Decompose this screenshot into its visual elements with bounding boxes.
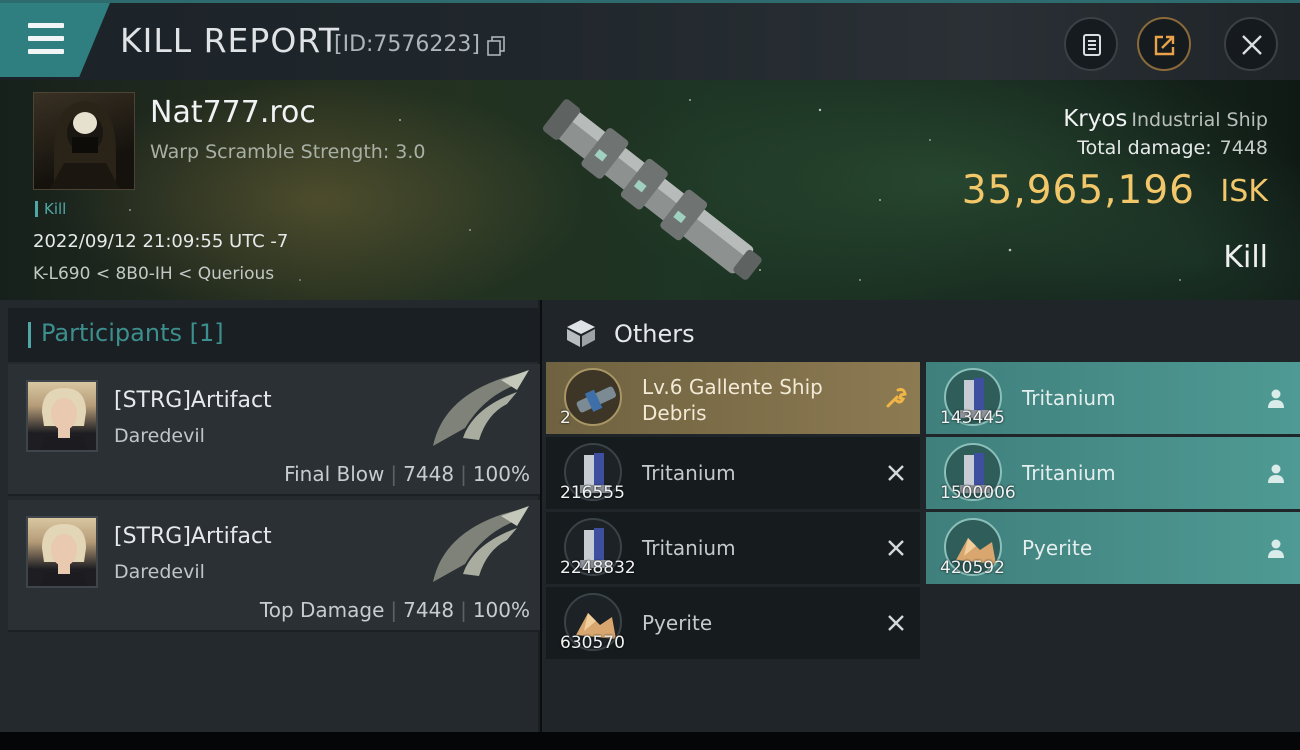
participant-role: Final Blow (284, 462, 385, 486)
participant-damage: 7448 (403, 598, 455, 622)
clipboard-button[interactable] (1064, 17, 1118, 71)
share-button[interactable] (1137, 17, 1191, 71)
item-quantity: 2248832 (560, 558, 636, 578)
participant-avatar[interactable] (26, 380, 98, 452)
participant-percent: 100% (472, 598, 530, 622)
participant-ship-image (433, 506, 529, 582)
participant-row[interactable]: [STRG]Artifact Daredevil Top Damage | 7448… (8, 500, 540, 632)
page-title: KILL REPORT (120, 21, 340, 60)
item-name: Tritanium (1022, 461, 1116, 485)
item-name: Pyerite (642, 611, 713, 635)
header-bar: KILL REPORT [ID:7576223] (0, 0, 1300, 80)
victim-ship-image (542, 99, 762, 280)
close-icon[interactable] (884, 611, 908, 635)
warp-scramble-strength: Warp Scramble Strength: 3.0 (150, 141, 426, 163)
total-damage-value: 7448 (1219, 137, 1268, 159)
kill-tag: Kill (35, 201, 66, 217)
clipboard-icon (1083, 34, 1101, 56)
item-row[interactable]: 2248832 Tritanium (546, 512, 920, 584)
copy-icon[interactable] (487, 36, 505, 56)
participants-title: Participants [1] (41, 319, 224, 347)
item-quantity: 143445 (940, 408, 1005, 428)
kill-datetime: 2022/09/12 21:09:55 UTC -7 (33, 231, 289, 252)
kill-location[interactable]: K-L690 < 8B0-IH < Querious (33, 264, 274, 284)
others-panel: Others 2 Lv.6 Gallente Ship Debris 21655… (542, 300, 1300, 732)
item-row[interactable]: 2 Lv.6 Gallente Ship Debris (546, 362, 920, 434)
participant-percent: 100% (472, 462, 530, 486)
item-row[interactable]: 630570 Pyerite (546, 587, 920, 659)
participant-avatar[interactable] (26, 516, 98, 588)
ship-info: Kryos Industrial Ship (1063, 106, 1268, 132)
participants-panel: Participants [1] [STRG]Artifact Daredevi… (0, 300, 540, 732)
item-name: Tritanium (642, 536, 736, 560)
report-id: [ID:7576223] (334, 32, 480, 57)
item-name: Lv.6 Gallente Ship Debris (642, 375, 823, 425)
share-icon (1154, 35, 1175, 56)
participants-header: Participants [1] (8, 308, 540, 362)
close-button[interactable] (1224, 17, 1278, 71)
participant-damage: 7448 (403, 462, 455, 486)
participant-name[interactable]: [STRG]Artifact (114, 524, 272, 549)
wrench-icon[interactable] (884, 386, 908, 410)
close-icon[interactable] (884, 461, 908, 485)
item-name: Tritanium (1022, 386, 1116, 410)
item-name: Pyerite (1022, 536, 1093, 560)
close-icon[interactable] (884, 536, 908, 560)
cargo-box-icon (567, 320, 595, 347)
person-icon[interactable] (1264, 536, 1288, 560)
isk-unit: ISK (1220, 174, 1268, 209)
item-quantity: 1500006 (940, 483, 1016, 503)
debris-icon (564, 368, 622, 426)
close-icon (1242, 35, 1262, 55)
kill-result: Kill (1223, 240, 1268, 275)
ship-class: Industrial Ship (1131, 109, 1268, 131)
participant-name[interactable]: [STRG]Artifact (114, 388, 272, 413)
victim-name[interactable]: Nat777.roc (150, 95, 316, 130)
item-row[interactable]: 143445 Tritanium (926, 362, 1300, 434)
item-quantity: 2 (560, 408, 571, 428)
participant-ship: Daredevil (114, 425, 205, 447)
participant-stats: Final Blow | 7448 | 100% (284, 462, 530, 486)
item-row[interactable]: 1500006 Tritanium (926, 437, 1300, 509)
item-quantity: 216555 (560, 483, 625, 503)
item-row[interactable]: 420592 Pyerite (926, 512, 1300, 584)
bottom-strip (0, 732, 1300, 750)
isk-value: 35,965,196 (961, 168, 1195, 213)
participant-role: Top Damage (259, 598, 385, 622)
item-row[interactable]: 216555 Tritanium (546, 437, 920, 509)
participant-ship: Daredevil (114, 561, 205, 583)
item-name: Tritanium (642, 461, 736, 485)
item-quantity: 630570 (560, 633, 625, 653)
person-icon[interactable] (1264, 461, 1288, 485)
others-header: Others (542, 300, 1300, 362)
ship-name[interactable]: Kryos (1063, 106, 1127, 132)
menu-button[interactable] (0, 3, 110, 77)
total-damage-label: Total damage: (1077, 137, 1212, 159)
participant-stats: Top Damage | 7448 | 100% (259, 598, 530, 622)
others-title: Others (614, 320, 695, 348)
participant-ship-image (433, 370, 529, 446)
total-damage: Total damage: 7448 (1077, 137, 1268, 159)
item-quantity: 420592 (940, 558, 1005, 578)
victim-portrait[interactable] (33, 92, 135, 190)
kill-banner: Nat777.roc Warp Scramble Strength: 3.0 K… (0, 80, 1300, 300)
person-icon[interactable] (1264, 386, 1288, 410)
participant-row[interactable]: [STRG]Artifact Daredevil Final Blow | 7448… (8, 364, 540, 496)
